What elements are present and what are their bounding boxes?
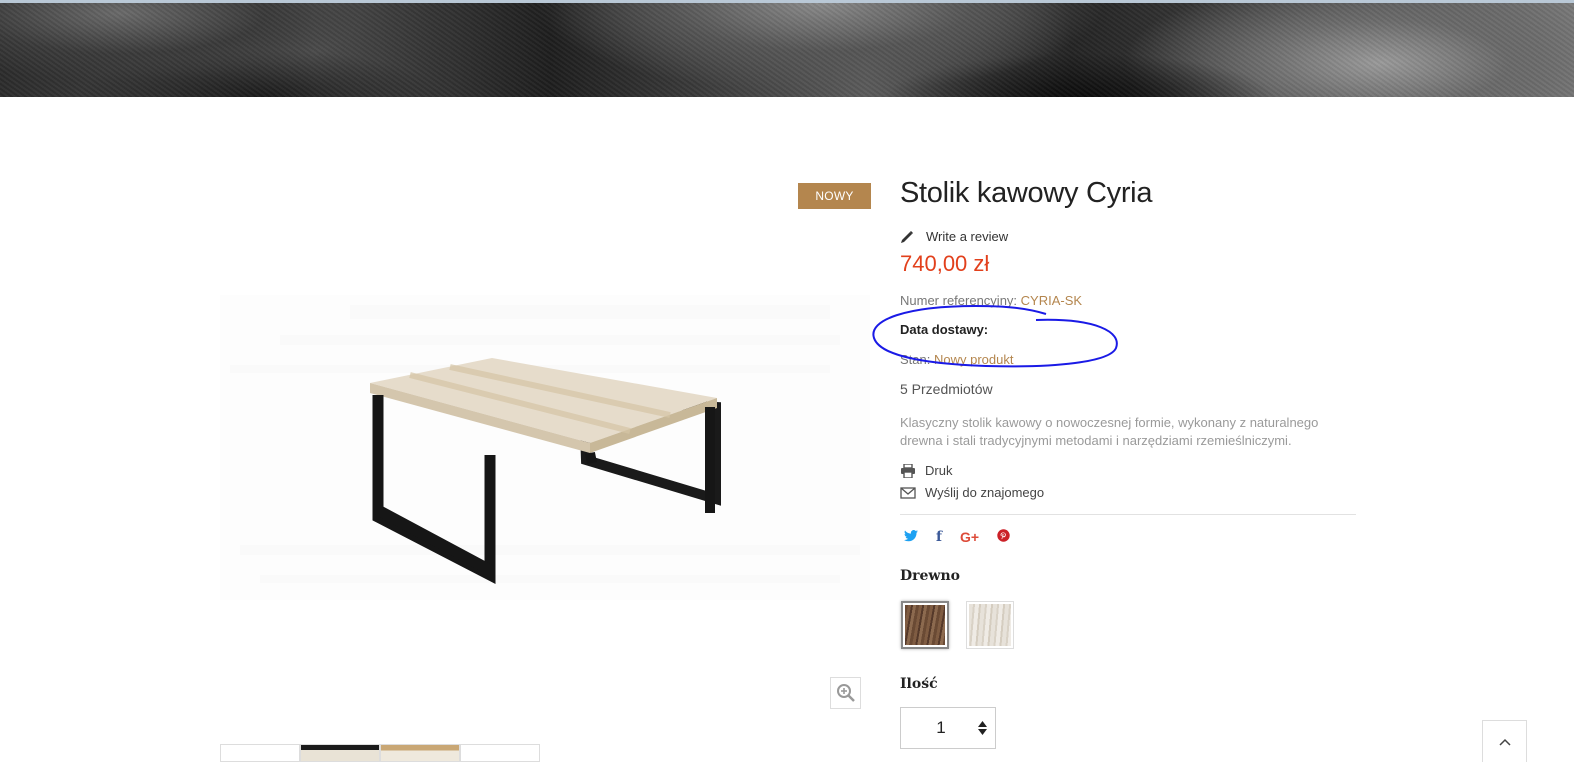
envelope-icon [900, 486, 916, 499]
divider [900, 514, 1356, 515]
pencil-icon [901, 230, 913, 243]
write-review-link[interactable]: Write a review [900, 229, 1008, 244]
product-image[interactable] [220, 295, 870, 600]
send-to-friend-label: Wyślij do znajomego [925, 485, 1045, 500]
wood-swatch-light[interactable] [966, 601, 1014, 649]
print-label: Druk [925, 463, 953, 478]
quantity-arrows[interactable] [969, 721, 995, 735]
print-link[interactable]: Druk [900, 463, 952, 478]
back-to-top-button[interactable] [1482, 720, 1527, 762]
quantity-value[interactable]: 1 [901, 718, 969, 738]
facebook-icon[interactable]: f [936, 528, 942, 546]
pinterest-icon[interactable] [997, 528, 1010, 546]
quantity-label: Ilość [900, 676, 938, 692]
thumbnail[interactable] [220, 744, 300, 762]
thumbnail-strip [220, 744, 540, 762]
zoom-button[interactable] [830, 677, 861, 709]
thumbnail[interactable] [460, 744, 540, 762]
product-description: Klasyczny stolik kawowy o nowoczesnej fo… [900, 415, 1319, 448]
zoom-in-icon [836, 684, 855, 702]
chevron-up-icon[interactable] [977, 721, 987, 727]
annotation-ellipse [872, 304, 1118, 368]
social-share: f G+ [904, 528, 1010, 546]
wood-attribute-label: Drewno [900, 568, 960, 584]
product-price: 740,00 zł [900, 251, 990, 276]
twitter-icon[interactable] [904, 528, 918, 546]
thumbnail[interactable] [380, 744, 460, 762]
product-title: Stolik kawowy Cyria [900, 177, 1153, 209]
hero-banner [0, 0, 1574, 97]
chevron-down-icon[interactable] [977, 729, 987, 735]
google-plus-icon[interactable]: G+ [960, 528, 979, 546]
write-review-label: Write a review [926, 229, 1009, 244]
new-badge: NOWY [798, 183, 871, 209]
wood-swatch-dark[interactable] [901, 601, 949, 649]
chevron-up-icon [1498, 738, 1511, 746]
print-icon [901, 463, 915, 478]
thumbnail[interactable] [300, 744, 380, 762]
stock-count: 5 Przedmiotów [900, 381, 993, 397]
quantity-stepper[interactable]: 1 [900, 707, 996, 749]
send-to-friend-link[interactable]: Wyślij do znajomego [900, 485, 1044, 500]
